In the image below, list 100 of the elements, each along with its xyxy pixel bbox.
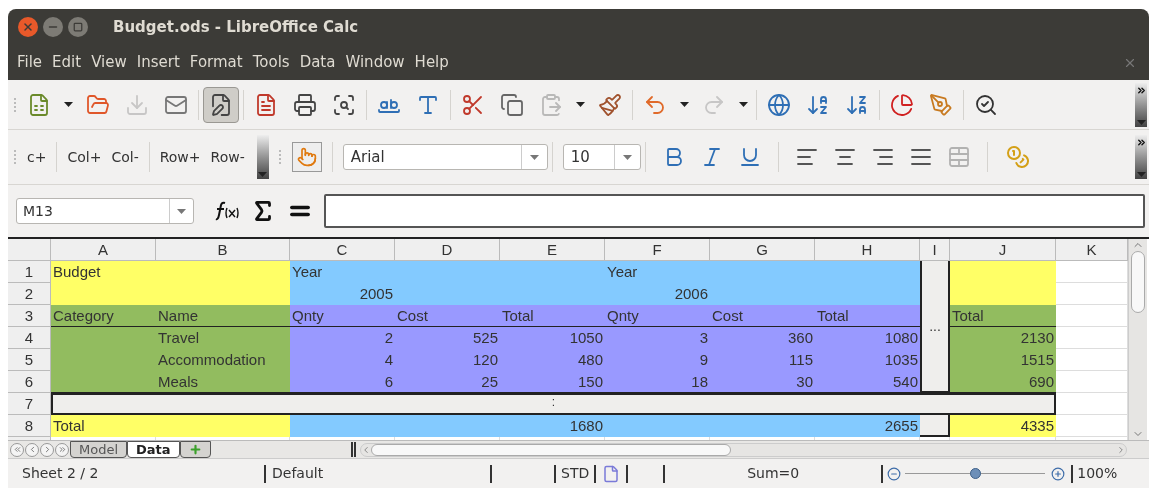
window-title: Budget.ods - LibreOffice Calc	[113, 16, 359, 38]
column-header[interactable]: K	[1056, 239, 1128, 261]
toolbar-overflow-button[interactable]	[1135, 135, 1147, 179]
menu-item[interactable]: Format	[186, 51, 246, 74]
row-header[interactable]: 8	[8, 415, 51, 437]
table-cell: 1035	[815, 349, 920, 371]
toolbar-grip[interactable]	[278, 150, 282, 164]
toolbar-text-button[interactable]: c+	[25, 142, 49, 172]
toolbar-grip[interactable]	[14, 150, 17, 164]
menu-item[interactable]: Tools	[249, 51, 293, 74]
table-cell: 3	[605, 327, 710, 349]
sum-indicator: Sum=0	[746, 464, 801, 483]
menu-item[interactable]: Window	[342, 51, 408, 74]
maximize-icon	[73, 22, 83, 32]
table-cell: Total	[51, 415, 156, 437]
table-cell: Total	[950, 305, 1056, 327]
next-sheet-button[interactable]	[40, 442, 54, 457]
column-header[interactable]: I	[920, 239, 950, 261]
column-header[interactable]: H	[815, 239, 920, 261]
zoom-out-icon[interactable]	[887, 466, 902, 481]
table-cell: 115	[710, 349, 815, 371]
hand-pointer-button[interactable]	[291, 142, 322, 172]
menu-item[interactable]: Help	[411, 51, 452, 74]
collapsed-column-cell	[920, 415, 950, 437]
paste-icon	[539, 92, 563, 117]
column-header[interactable]: J	[950, 239, 1056, 261]
close-button[interactable]	[18, 17, 38, 37]
row-header[interactable]: 2	[8, 283, 51, 305]
table-cell: Budget	[51, 261, 156, 283]
font-size-value: 10	[569, 146, 591, 168]
file-pen-button[interactable]	[203, 86, 239, 123]
toolbar-text-button[interactable]: Row+	[157, 142, 203, 172]
font-size-combo[interactable]: 10	[562, 144, 641, 170]
toolbar-text-button[interactable]: Row-	[208, 142, 247, 172]
toolbar-overflow-button[interactable]	[1135, 82, 1147, 127]
toolbar-text-button[interactable]: Col+	[65, 142, 104, 172]
menu-item[interactable]: Data	[296, 51, 339, 74]
table-cell: Name	[156, 305, 290, 327]
search-icon	[974, 92, 998, 117]
scrollbar-thumb[interactable]	[1131, 251, 1145, 313]
row-header[interactable]: 3	[8, 305, 51, 327]
table-cell: 120	[395, 349, 500, 371]
column-header[interactable]: A	[51, 239, 156, 261]
table-cell	[1056, 327, 1128, 349]
previous-sheet-button[interactable]	[25, 442, 39, 457]
formula-input[interactable]	[324, 194, 1145, 228]
tab-splitter[interactable]	[350, 442, 356, 457]
caret-icon[interactable]	[680, 102, 689, 107]
table-cell	[1056, 261, 1128, 283]
coins-icon	[1005, 145, 1030, 169]
caret-icon[interactable]	[739, 102, 748, 107]
row-header[interactable]: 5	[8, 349, 51, 371]
page-style: Default	[271, 464, 325, 483]
minimize-button[interactable]	[43, 17, 63, 37]
sheet-tab[interactable]: Data	[127, 441, 180, 458]
toolbar-grip[interactable]	[14, 97, 17, 112]
scrollbar-thumb[interactable]	[370, 443, 731, 456]
menu-item[interactable]: File	[14, 51, 46, 74]
collapsed-row-group[interactable]: :	[51, 393, 1056, 415]
copy-icon	[500, 92, 524, 117]
zoom-in-icon[interactable]	[1051, 466, 1066, 481]
table-cell: Accommodation	[156, 349, 290, 371]
caret-icon[interactable]	[576, 102, 585, 107]
column-header[interactable]: D	[395, 239, 500, 261]
collapsed-column-group[interactable]: ...	[920, 261, 950, 393]
menu-item[interactable]: View	[88, 51, 130, 74]
maximize-button[interactable]	[68, 17, 88, 37]
font-name-combo[interactable]: Arial	[342, 144, 548, 170]
table-cell: 4335	[950, 415, 1056, 437]
row-header[interactable]: 7	[8, 393, 51, 415]
column-header[interactable]: E	[500, 239, 605, 261]
zoom-reading: 100%	[1076, 464, 1118, 483]
vertical-scrollbar[interactable]	[1128, 239, 1147, 440]
column-header[interactable]: G	[710, 239, 815, 261]
add-sheet-button[interactable]	[179, 441, 211, 458]
horizontal-scrollbar[interactable]	[359, 442, 1127, 457]
column-header[interactable]: B	[156, 239, 290, 261]
caret-icon[interactable]	[64, 102, 73, 107]
last-sheet-button[interactable]	[55, 442, 69, 457]
table-cell: 360	[710, 327, 815, 349]
row-header[interactable]: 4	[8, 327, 51, 349]
sheet-tab[interactable]: Model	[70, 441, 128, 458]
toolbar-text-button[interactable]: Col-	[109, 142, 141, 172]
row-header[interactable]: 1	[8, 261, 51, 283]
more-icon	[1135, 137, 1147, 148]
zoom-slider-thumb[interactable]	[970, 468, 982, 479]
paintbrush-icon	[598, 92, 622, 117]
pen-icon	[929, 92, 953, 117]
first-sheet-button[interactable]	[10, 442, 24, 457]
pie-chart-icon	[890, 92, 914, 117]
menu-item[interactable]: Insert	[133, 51, 183, 74]
file-pen-icon	[209, 92, 233, 117]
row-header[interactable]: 6	[8, 371, 51, 393]
column-header[interactable]: F	[605, 239, 710, 261]
menu-item[interactable]: Edit	[49, 51, 85, 74]
toolbar-overflow-button[interactable]	[256, 135, 269, 179]
table-cell: Total	[500, 305, 605, 327]
name-box[interactable]: M13	[16, 198, 194, 224]
table-cell	[1056, 415, 1128, 437]
column-header[interactable]: C	[290, 239, 395, 261]
